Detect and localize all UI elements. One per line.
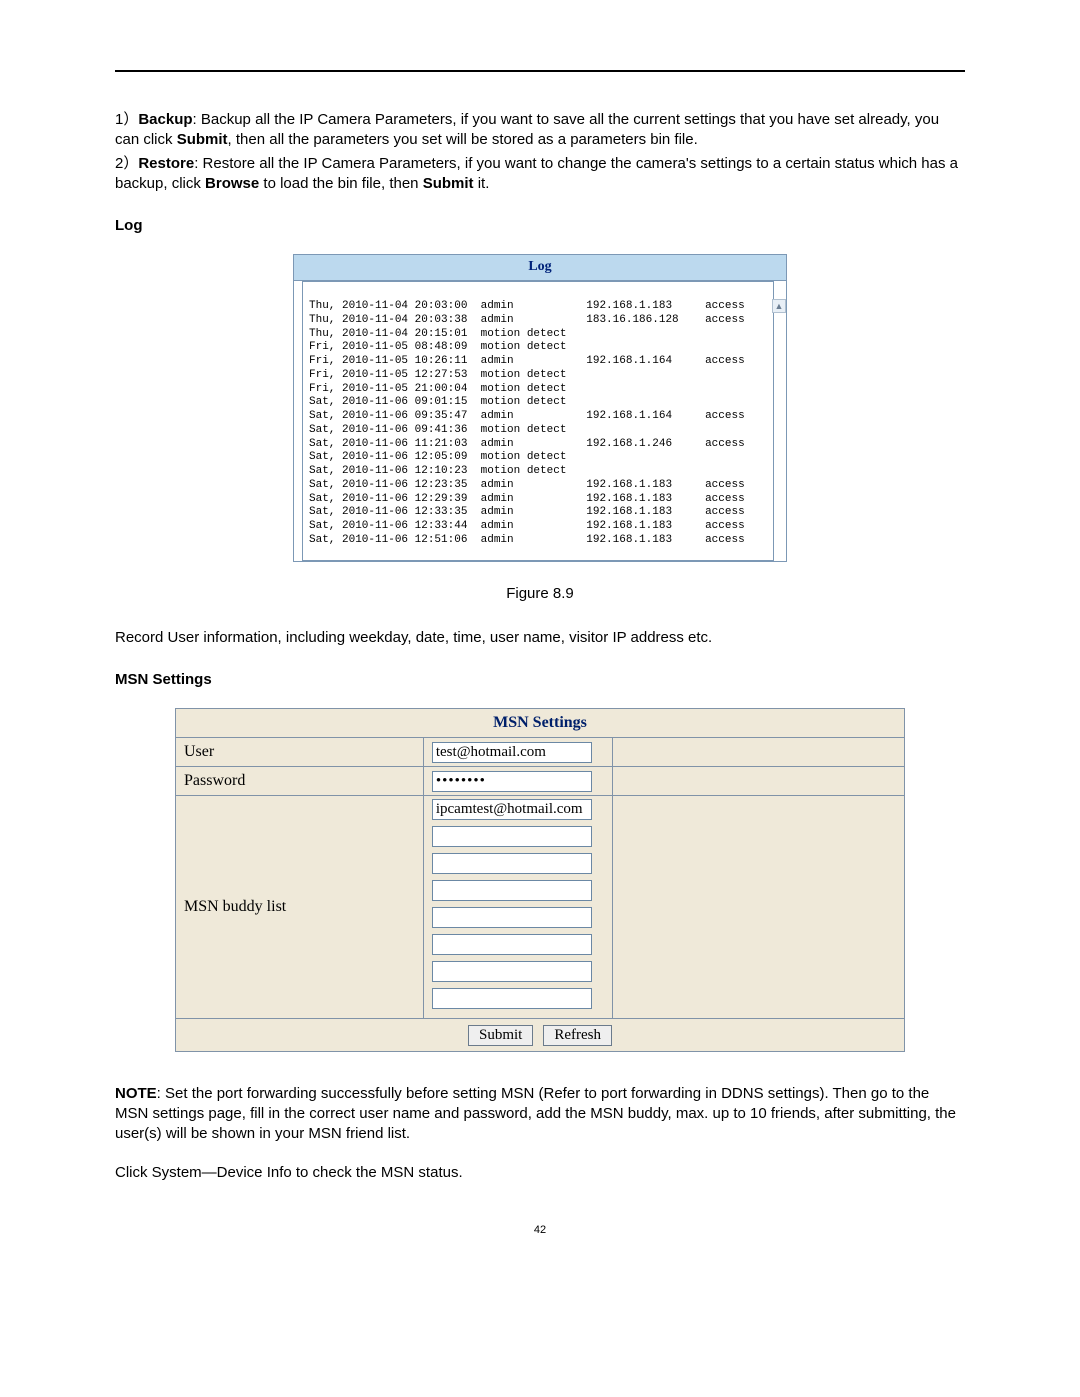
buddy-list-cell [423, 795, 613, 1018]
note-paragraph: NOTE: Set the port forwarding successful… [115, 1084, 965, 1145]
browse-bold: Browse [205, 175, 259, 192]
password-label: Password [176, 766, 424, 795]
buddy-input-6[interactable] [432, 961, 592, 982]
log-heading: Log [115, 216, 965, 236]
spacer [613, 737, 905, 766]
top-rule [115, 70, 965, 72]
submit-bold-2: Submit [423, 175, 474, 192]
log-description: Record User information, including weekd… [115, 628, 965, 648]
restore-text-c: it. [474, 175, 490, 192]
refresh-button[interactable]: Refresh [543, 1025, 612, 1046]
msn-heading: MSN Settings [115, 670, 965, 690]
buddy-input-5[interactable] [432, 934, 592, 955]
item-prefix: 1） [115, 111, 138, 128]
msn-title: MSN Settings [176, 709, 905, 738]
log-title: Log [294, 255, 786, 281]
note-bold: NOTE [115, 1085, 157, 1102]
buddy-input-7[interactable] [432, 988, 592, 1009]
note-text1: : Set the port forwarding successfully b… [115, 1085, 956, 1143]
msn-settings-panel: MSN Settings User Password MSN buddy lis… [175, 708, 905, 1052]
buddy-input-1[interactable] [432, 826, 592, 847]
backup-text-b: , then all the parameters you set will b… [228, 131, 698, 148]
note-text2: Click System—Device Info to check the MS… [115, 1163, 965, 1183]
restore-paragraph: 2）Restore: Restore all the IP Camera Par… [115, 154, 965, 195]
item-prefix: 2） [115, 155, 138, 172]
log-textarea[interactable]: Thu, 2010-11-04 20:03:00 admin 192.168.1… [302, 281, 774, 561]
restore-text-b: to load the bin file, then [259, 175, 422, 192]
buddy-label: MSN buddy list [176, 795, 424, 1018]
backup-bold: Backup [138, 111, 192, 128]
submit-bold: Submit [177, 131, 228, 148]
figure-caption: Figure 8.9 [115, 584, 965, 604]
page-number: 42 [115, 1223, 965, 1238]
spacer [613, 766, 905, 795]
submit-button[interactable]: Submit [468, 1025, 533, 1046]
button-row: Submit Refresh [176, 1018, 905, 1051]
spacer [613, 795, 905, 1018]
log-panel: Log ▲ Thu, 2010-11-04 20:03:00 admin 192… [293, 254, 787, 561]
log-body: ▲ Thu, 2010-11-04 20:03:00 admin 192.168… [294, 281, 786, 561]
scroll-up-icon[interactable]: ▲ [772, 299, 786, 313]
buddy-input-0[interactable] [432, 799, 592, 820]
buddy-input-2[interactable] [432, 853, 592, 874]
restore-bold: Restore [138, 155, 194, 172]
user-input[interactable] [432, 742, 592, 763]
backup-paragraph: 1）Backup: Backup all the IP Camera Param… [115, 110, 965, 151]
buddy-input-3[interactable] [432, 880, 592, 901]
user-label: User [176, 737, 424, 766]
password-input[interactable] [432, 771, 592, 792]
buddy-input-4[interactable] [432, 907, 592, 928]
